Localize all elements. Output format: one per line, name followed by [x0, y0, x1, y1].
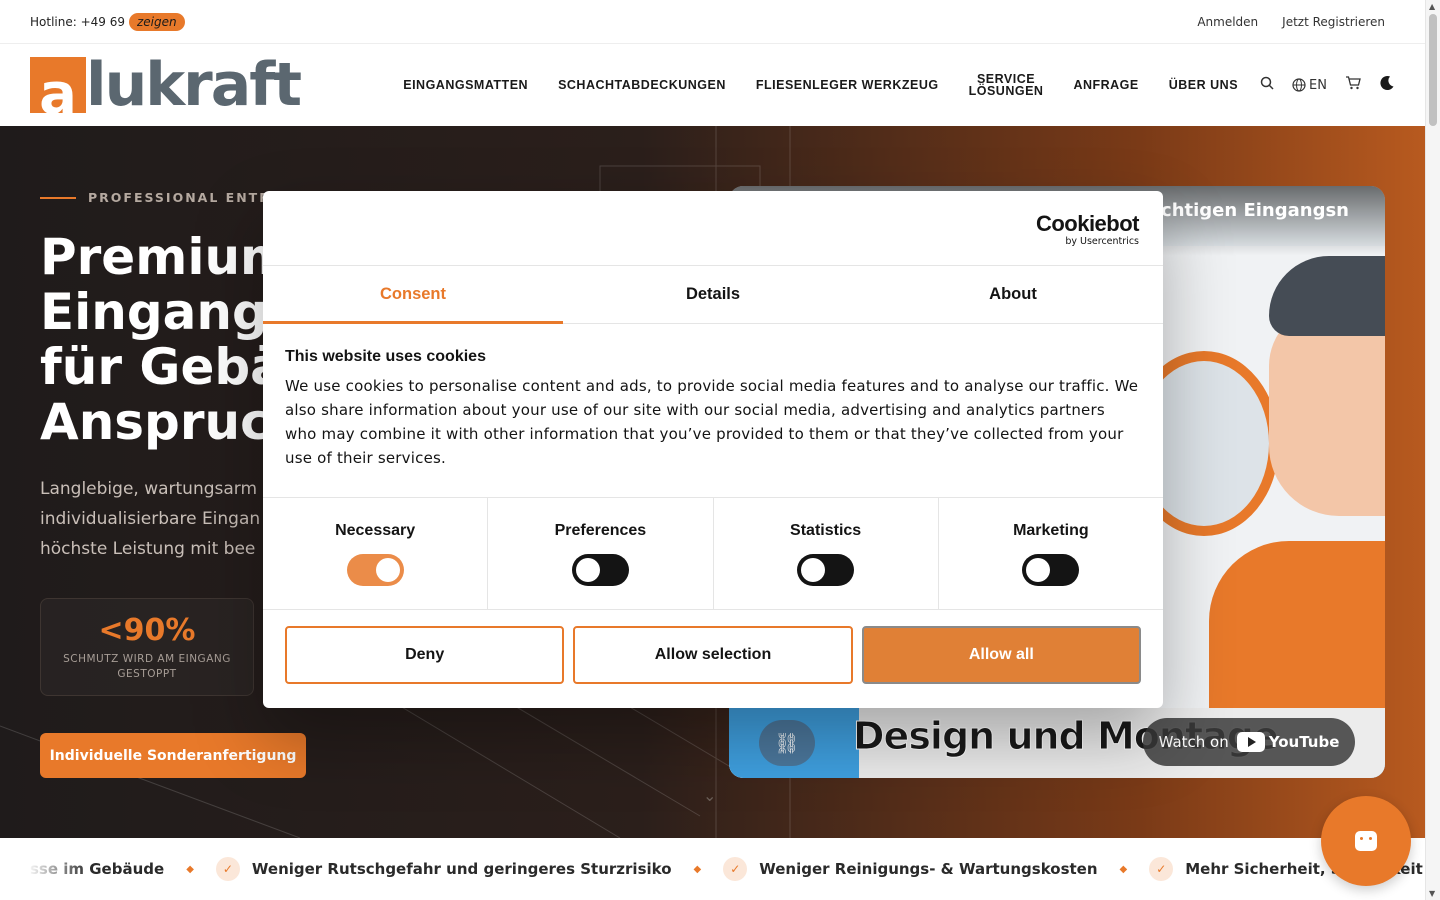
toggle-necessary: Necessary [263, 498, 489, 609]
nav-anfrage[interactable]: ANFRAGE [1073, 79, 1138, 92]
cookiebot-logo: Cookiebot by Usercentrics [1035, 211, 1140, 248]
hotline-label: Hotline: +49 69 [30, 14, 125, 29]
check-icon: ✓ [723, 857, 748, 881]
toggle-label: Preferences [554, 522, 647, 539]
toggle-label: Statistics [790, 522, 862, 539]
diamond-icon: ◆ [1119, 863, 1128, 875]
login-link[interactable]: Anmelden [1197, 15, 1258, 29]
site-header: a lukraft EINGANGSMATTEN SCHACHTABDECKUN… [0, 44, 1425, 126]
cookie-body: This website uses cookies We use cookies… [263, 324, 1163, 498]
stat-value: <90% [98, 613, 196, 648]
youtube-logo: YouTube [1236, 732, 1339, 752]
cookie-text: We use cookies to personalise content an… [285, 377, 1139, 467]
cookie-buttons: Deny Allow selection Allow all [263, 610, 1163, 700]
scroll-up-icon[interactable]: ▲ [1429, 2, 1435, 11]
necessary-switch[interactable] [346, 554, 404, 586]
cookie-tabs: Consent Details About [263, 266, 1163, 324]
cookie-category-toggles: Necessary Preferences Statistics Marketi… [263, 498, 1163, 610]
nav-fliesenleger-werkzeug[interactable]: FLIESENLEGER WERKZEUG [756, 79, 939, 92]
allow-selection-button[interactable]: Allow selection [573, 626, 853, 684]
diamond-icon: ◆ [186, 863, 194, 875]
check-icon: ✓ [1149, 857, 1174, 881]
marketing-switch[interactable] [1022, 554, 1080, 586]
custom-order-button[interactable]: Individuelle Sonderanfertigung [40, 733, 306, 778]
language-code: EN [1309, 77, 1327, 93]
chat-icon [1355, 831, 1377, 851]
account-links: Anmelden Jetzt Registrieren [1197, 15, 1385, 29]
scrollbar-thumb[interactable] [1429, 14, 1437, 126]
cookie-heading: This website uses cookies [285, 348, 486, 365]
check-icon: ✓ [215, 857, 240, 881]
nav-eingangsmatten[interactable]: EINGANGSMATTEN [403, 79, 528, 92]
toggle-preferences: Preferences [488, 498, 714, 609]
cookie-consent-dialog: Cookiebot by Usercentrics Consent Detail… [263, 191, 1163, 708]
main-nav: EINGANGSMATTEN SCHACHTABDECKUNGEN FLIESE… [403, 73, 1238, 98]
diamond-icon: ◆ [693, 863, 702, 875]
nav-ueber-uns[interactable]: ÜBER UNS [1169, 79, 1238, 92]
hotline: Hotline: +49 69 zeigen [30, 12, 185, 31]
marquee-item: ✓ Weniger Rutschgefahr und geringeres St… [215, 857, 672, 881]
watch-on-label: Watch on [1158, 733, 1229, 751]
preferences-switch[interactable] [571, 554, 629, 586]
search-icon[interactable] [1260, 76, 1274, 94]
toggle-marketing: Marketing [939, 498, 1163, 609]
allow-all-button[interactable]: Allow all [861, 626, 1141, 684]
statistics-switch[interactable] [797, 554, 855, 586]
logo[interactable]: a lukraft [30, 50, 302, 120]
cookie-dialog-header: Cookiebot by Usercentrics [263, 191, 1163, 266]
top-bar: Hotline: +49 69 zeigen Anmelden Jetzt Re… [0, 0, 1425, 44]
globe-icon [1292, 78, 1306, 92]
tab-details[interactable]: Details [563, 266, 863, 323]
chat-widget-button[interactable] [1321, 796, 1411, 886]
chevron-down-icon[interactable]: ⌄ [703, 786, 716, 805]
logo-mark: a [30, 57, 86, 113]
video-character-face [1269, 306, 1385, 516]
page-scrollbar[interactable]: ▲ ▼ [1425, 0, 1440, 900]
youtube-play-icon [1236, 732, 1265, 752]
tab-consent[interactable]: Consent [263, 266, 563, 324]
stat-card: <90% SCHMUTZ WIRD AM EINGANG GESTOPPT [40, 598, 254, 696]
dark-mode-icon[interactable] [1379, 75, 1395, 95]
link-icon[interactable]: ⛓ [759, 720, 815, 766]
register-link[interactable]: Jetzt Registrieren [1282, 15, 1385, 29]
marquee-fade [0, 838, 90, 900]
tab-about[interactable]: About [863, 266, 1163, 323]
header-actions: EN [1260, 75, 1395, 95]
scroll-down-icon[interactable]: ▼ [1429, 889, 1435, 898]
video-title[interactable]: r richtigen Eingangsn [1131, 200, 1349, 221]
stat-label: SCHMUTZ WIRD AM EINGANG GESTOPPT [63, 653, 231, 680]
marquee-item: ✓ Weniger Reinigungs- & Wartungskosten [723, 857, 1098, 881]
logo-wordmark: lukraft [86, 50, 302, 120]
language-switcher[interactable]: EN [1292, 78, 1327, 93]
show-number-button[interactable]: zeigen [129, 12, 185, 31]
watch-on-youtube-button[interactable]: Watch on YouTube [1143, 718, 1355, 766]
nav-schachtabdeckungen[interactable]: SCHACHTABDECKUNGEN [558, 79, 726, 92]
toggle-label: Marketing [1013, 522, 1089, 539]
nav-service-loesungen[interactable]: SERVICE LÖSUNGEN [968, 73, 1044, 98]
toggle-label: Necessary [335, 522, 416, 539]
benefits-marquee: sse im Gebäude ◆ ✓ Weniger Rutschgefahr … [0, 838, 1425, 900]
toggle-statistics: Statistics [714, 498, 939, 609]
deny-button[interactable]: Deny [285, 626, 565, 684]
cart-icon[interactable] [1345, 76, 1361, 94]
kicker-line [40, 196, 76, 199]
nav-service-line2: LÖSUNGEN [968, 84, 1044, 98]
